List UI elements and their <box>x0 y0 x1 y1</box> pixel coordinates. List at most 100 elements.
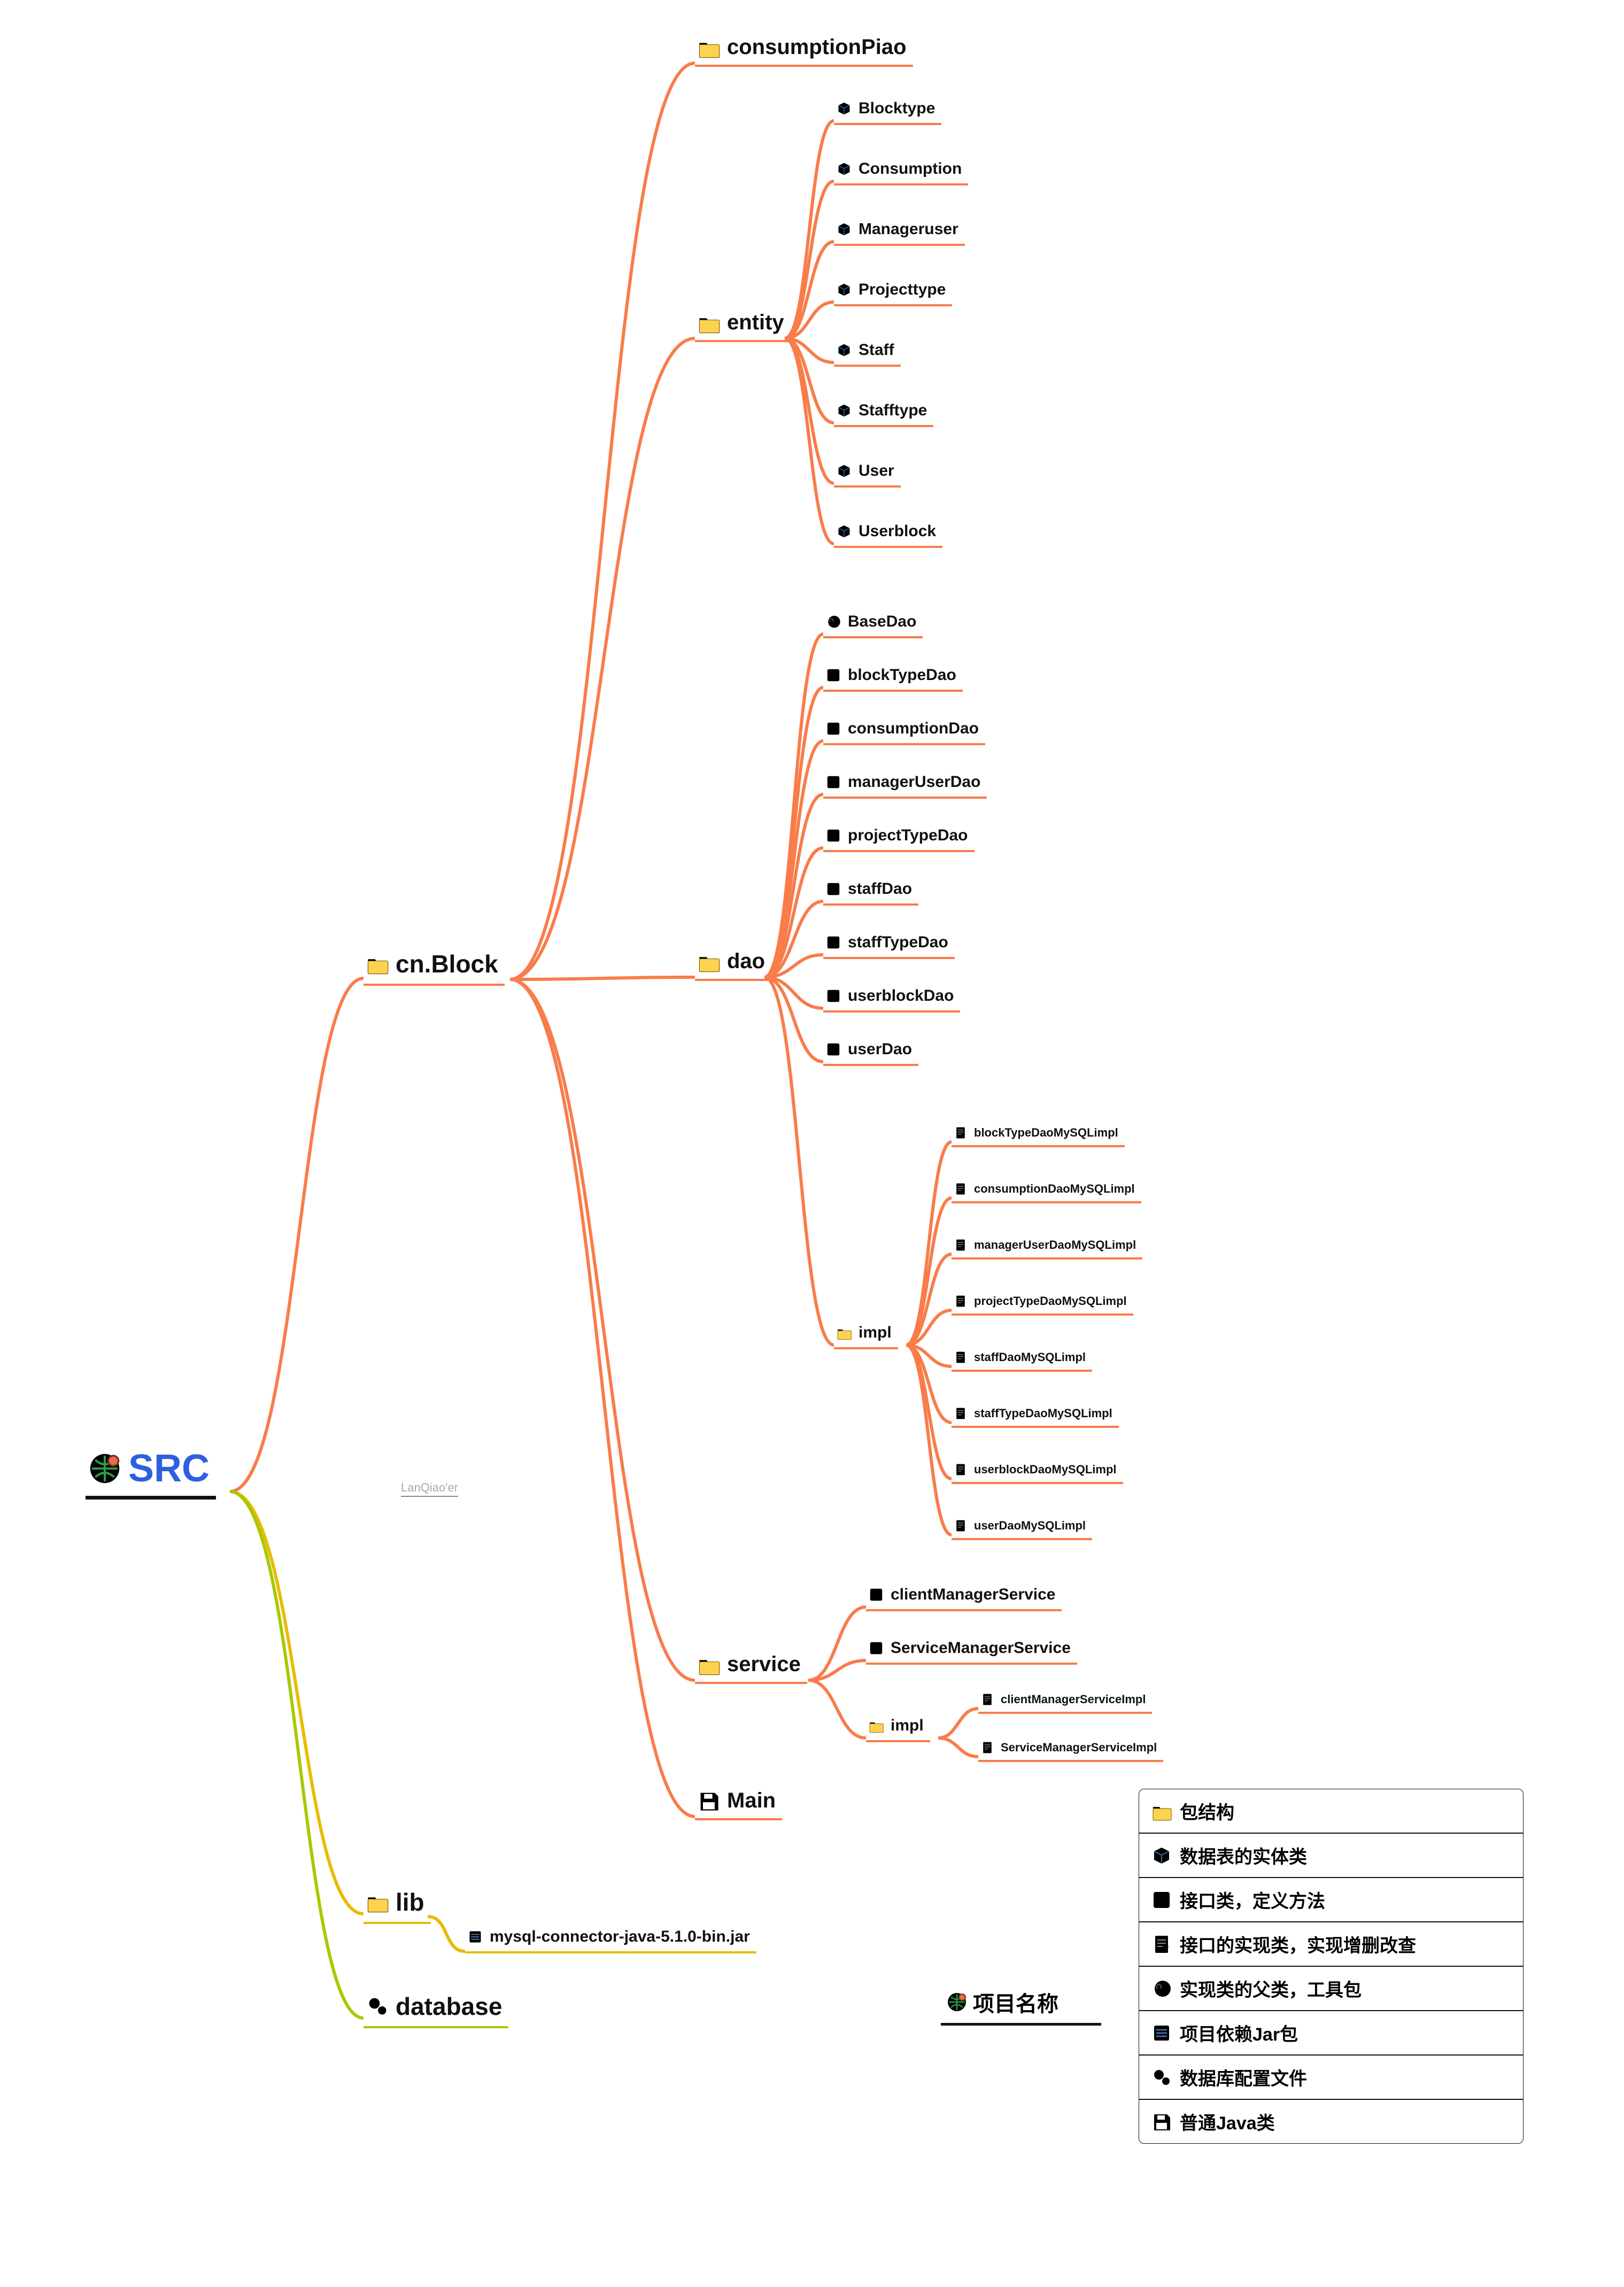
node-dao-impl-consumptionDaoMySQLimpl[interactable]: consumptionDaoMySQLimpl <box>952 1179 1141 1203</box>
folder-icon <box>697 311 721 335</box>
node-dao-projectTypeDao[interactable]: projectTypeDao <box>823 823 975 852</box>
folder-icon <box>1151 1801 1172 1822</box>
legend-item: 实现类的父类，工具包 <box>1139 1967 1523 2011</box>
node-dao-impl-staffTypeDaoMySQLimpl[interactable]: staffTypeDaoMySQLimpl <box>952 1403 1119 1428</box>
node-base-dao[interactable]: BaseDao <box>823 609 923 638</box>
folder-icon <box>697 36 721 59</box>
node-dao-impl-userDaoMySQLimpl[interactable]: userDaoMySQLimpl <box>952 1516 1092 1540</box>
moon-icon <box>1151 1978 1172 1999</box>
cube-icon <box>836 403 852 419</box>
base-dao-label: BaseDao <box>848 613 916 631</box>
node-dao-impl-projectTypeDaoMySQLimpl[interactable]: projectTypeDaoMySQLimpl <box>952 1291 1133 1316</box>
legend-item: 项目依赖Jar包 <box>1139 2011 1523 2056</box>
doc-icon <box>954 1182 968 1196</box>
node-entity-stafftype[interactable]: Stafftype <box>834 398 933 427</box>
root-label: SRC <box>128 1447 210 1490</box>
root-node[interactable]: SRC <box>86 1443 216 1500</box>
legend-item: 接口类，定义方法 <box>1139 1878 1523 1922</box>
node-dao-impl-staffDaoMySQLimpl[interactable]: staffDaoMySQLimpl <box>952 1347 1092 1372</box>
jar-icon <box>1151 2022 1172 2044</box>
iface-icon <box>1151 1889 1172 1911</box>
node-dao-managerUserDao[interactable]: managerUserDao <box>823 770 987 799</box>
node-service-ServiceManagerService[interactable]: ServiceManagerService <box>866 1636 1077 1665</box>
floppy-icon <box>697 1789 721 1813</box>
gears-icon <box>1151 2067 1172 2088</box>
service-label: service <box>727 1652 801 1676</box>
node-cn-block[interactable]: cn.Block <box>364 946 505 986</box>
entity-label: entity <box>727 311 784 335</box>
node-entity-userblock[interactable]: Userblock <box>834 519 942 548</box>
cube-icon <box>1151 1845 1172 1866</box>
iface-icon <box>825 881 841 897</box>
gears-icon <box>366 1995 389 2018</box>
node-dao-blockTypeDao[interactable]: blockTypeDao <box>823 663 963 692</box>
lib-jar-label: mysql-connector-java-5.1.0-bin.jar <box>490 1928 750 1946</box>
legend-item: 数据表的实体类 <box>1139 1834 1523 1878</box>
doc-icon <box>980 1693 994 1706</box>
cn-block-label: cn.Block <box>396 949 498 978</box>
iface-icon <box>825 1041 841 1057</box>
iface-icon <box>825 721 841 737</box>
node-dao-consumptionDao[interactable]: consumptionDao <box>823 716 985 745</box>
node-dao-impl-blockTypeDaoMySQLimpl[interactable]: blockTypeDaoMySQLimpl <box>952 1123 1125 1147</box>
folder-icon <box>697 1653 721 1676</box>
watermark: LanQiao'er <box>401 1481 458 1497</box>
cube-icon <box>836 101 852 117</box>
cube-icon <box>836 161 852 177</box>
lib-label: lib <box>396 1888 424 1917</box>
node-main[interactable]: Main <box>695 1786 782 1820</box>
legend-item: 普通Java类 <box>1139 2100 1523 2143</box>
node-entity-projecttype[interactable]: Projecttype <box>834 277 952 306</box>
node-service-impl-clientManagerServiceImpl[interactable]: clientManagerServiceImpl <box>978 1689 1152 1714</box>
node-consumption-piao[interactable]: consumptionPiao <box>695 32 913 67</box>
node-entity[interactable]: entity <box>695 307 791 342</box>
node-database[interactable]: database <box>364 1989 508 2028</box>
node-dao-userblockDao[interactable]: userblockDao <box>823 984 960 1013</box>
node-dao-staffDao[interactable]: staffDao <box>823 877 918 906</box>
folder-icon <box>366 952 389 976</box>
legend-item: 包结构 <box>1139 1789 1523 1834</box>
node-entity-consumption[interactable]: Consumption <box>834 157 968 186</box>
iface-icon <box>825 934 841 951</box>
node-entity-blocktype[interactable]: Blocktype <box>834 96 941 125</box>
node-service[interactable]: service <box>695 1649 807 1684</box>
legend-box: 包结构数据表的实体类接口类，定义方法接口的实现类，实现增删改查实现类的父类，工具… <box>1139 1786 1524 2144</box>
node-dao-impl-managerUserDaoMySQLimpl[interactable]: managerUserDaoMySQLimpl <box>952 1235 1142 1260</box>
folder-icon <box>868 1718 884 1734</box>
node-dao-impl[interactable]: impl <box>834 1320 898 1349</box>
consumption-piao-label: consumptionPiao <box>727 35 907 59</box>
service-impl-label: impl <box>891 1717 924 1735</box>
globe-icon <box>88 1451 122 1486</box>
folder-icon <box>836 1325 852 1341</box>
node-dao[interactable]: dao <box>695 946 771 981</box>
node-dao-staffTypeDao[interactable]: staffTypeDao <box>823 930 955 959</box>
dao-impl-label: impl <box>859 1324 892 1342</box>
folder-icon <box>697 950 721 973</box>
node-service-clientManagerService[interactable]: clientManagerService <box>866 1582 1062 1611</box>
cube-icon <box>836 221 852 237</box>
doc-icon <box>954 1126 968 1140</box>
iface-icon <box>825 774 841 790</box>
legend-title: 项目名称 <box>941 1983 1101 2026</box>
moon-icon <box>825 614 841 630</box>
globe-icon <box>946 1991 968 2013</box>
node-dao-impl-userblockDaoMySQLimpl[interactable]: userblockDaoMySQLimpl <box>952 1459 1123 1484</box>
node-entity-user[interactable]: User <box>834 459 901 488</box>
doc-icon <box>954 1463 968 1477</box>
node-service-impl-ServiceManagerServiceImpl[interactable]: ServiceManagerServiceImpl <box>978 1737 1163 1762</box>
cube-icon <box>836 463 852 479</box>
node-lib-jar[interactable]: mysql-connector-java-5.1.0-bin.jar <box>465 1925 756 1953</box>
doc-icon <box>954 1238 968 1252</box>
doc-icon <box>954 1294 968 1308</box>
doc-icon <box>954 1350 968 1364</box>
floppy-icon <box>1151 2111 1172 2133</box>
node-lib[interactable]: lib <box>364 1884 431 1924</box>
node-entity-staff[interactable]: Staff <box>834 338 901 367</box>
node-dao-userDao[interactable]: userDao <box>823 1037 918 1066</box>
iface-icon <box>868 1640 884 1656</box>
cube-icon <box>836 282 852 298</box>
node-entity-manageruser[interactable]: Manageruser <box>834 217 965 246</box>
cube-icon <box>836 342 852 358</box>
cube-icon <box>836 523 852 539</box>
node-service-impl[interactable]: impl <box>866 1713 930 1742</box>
